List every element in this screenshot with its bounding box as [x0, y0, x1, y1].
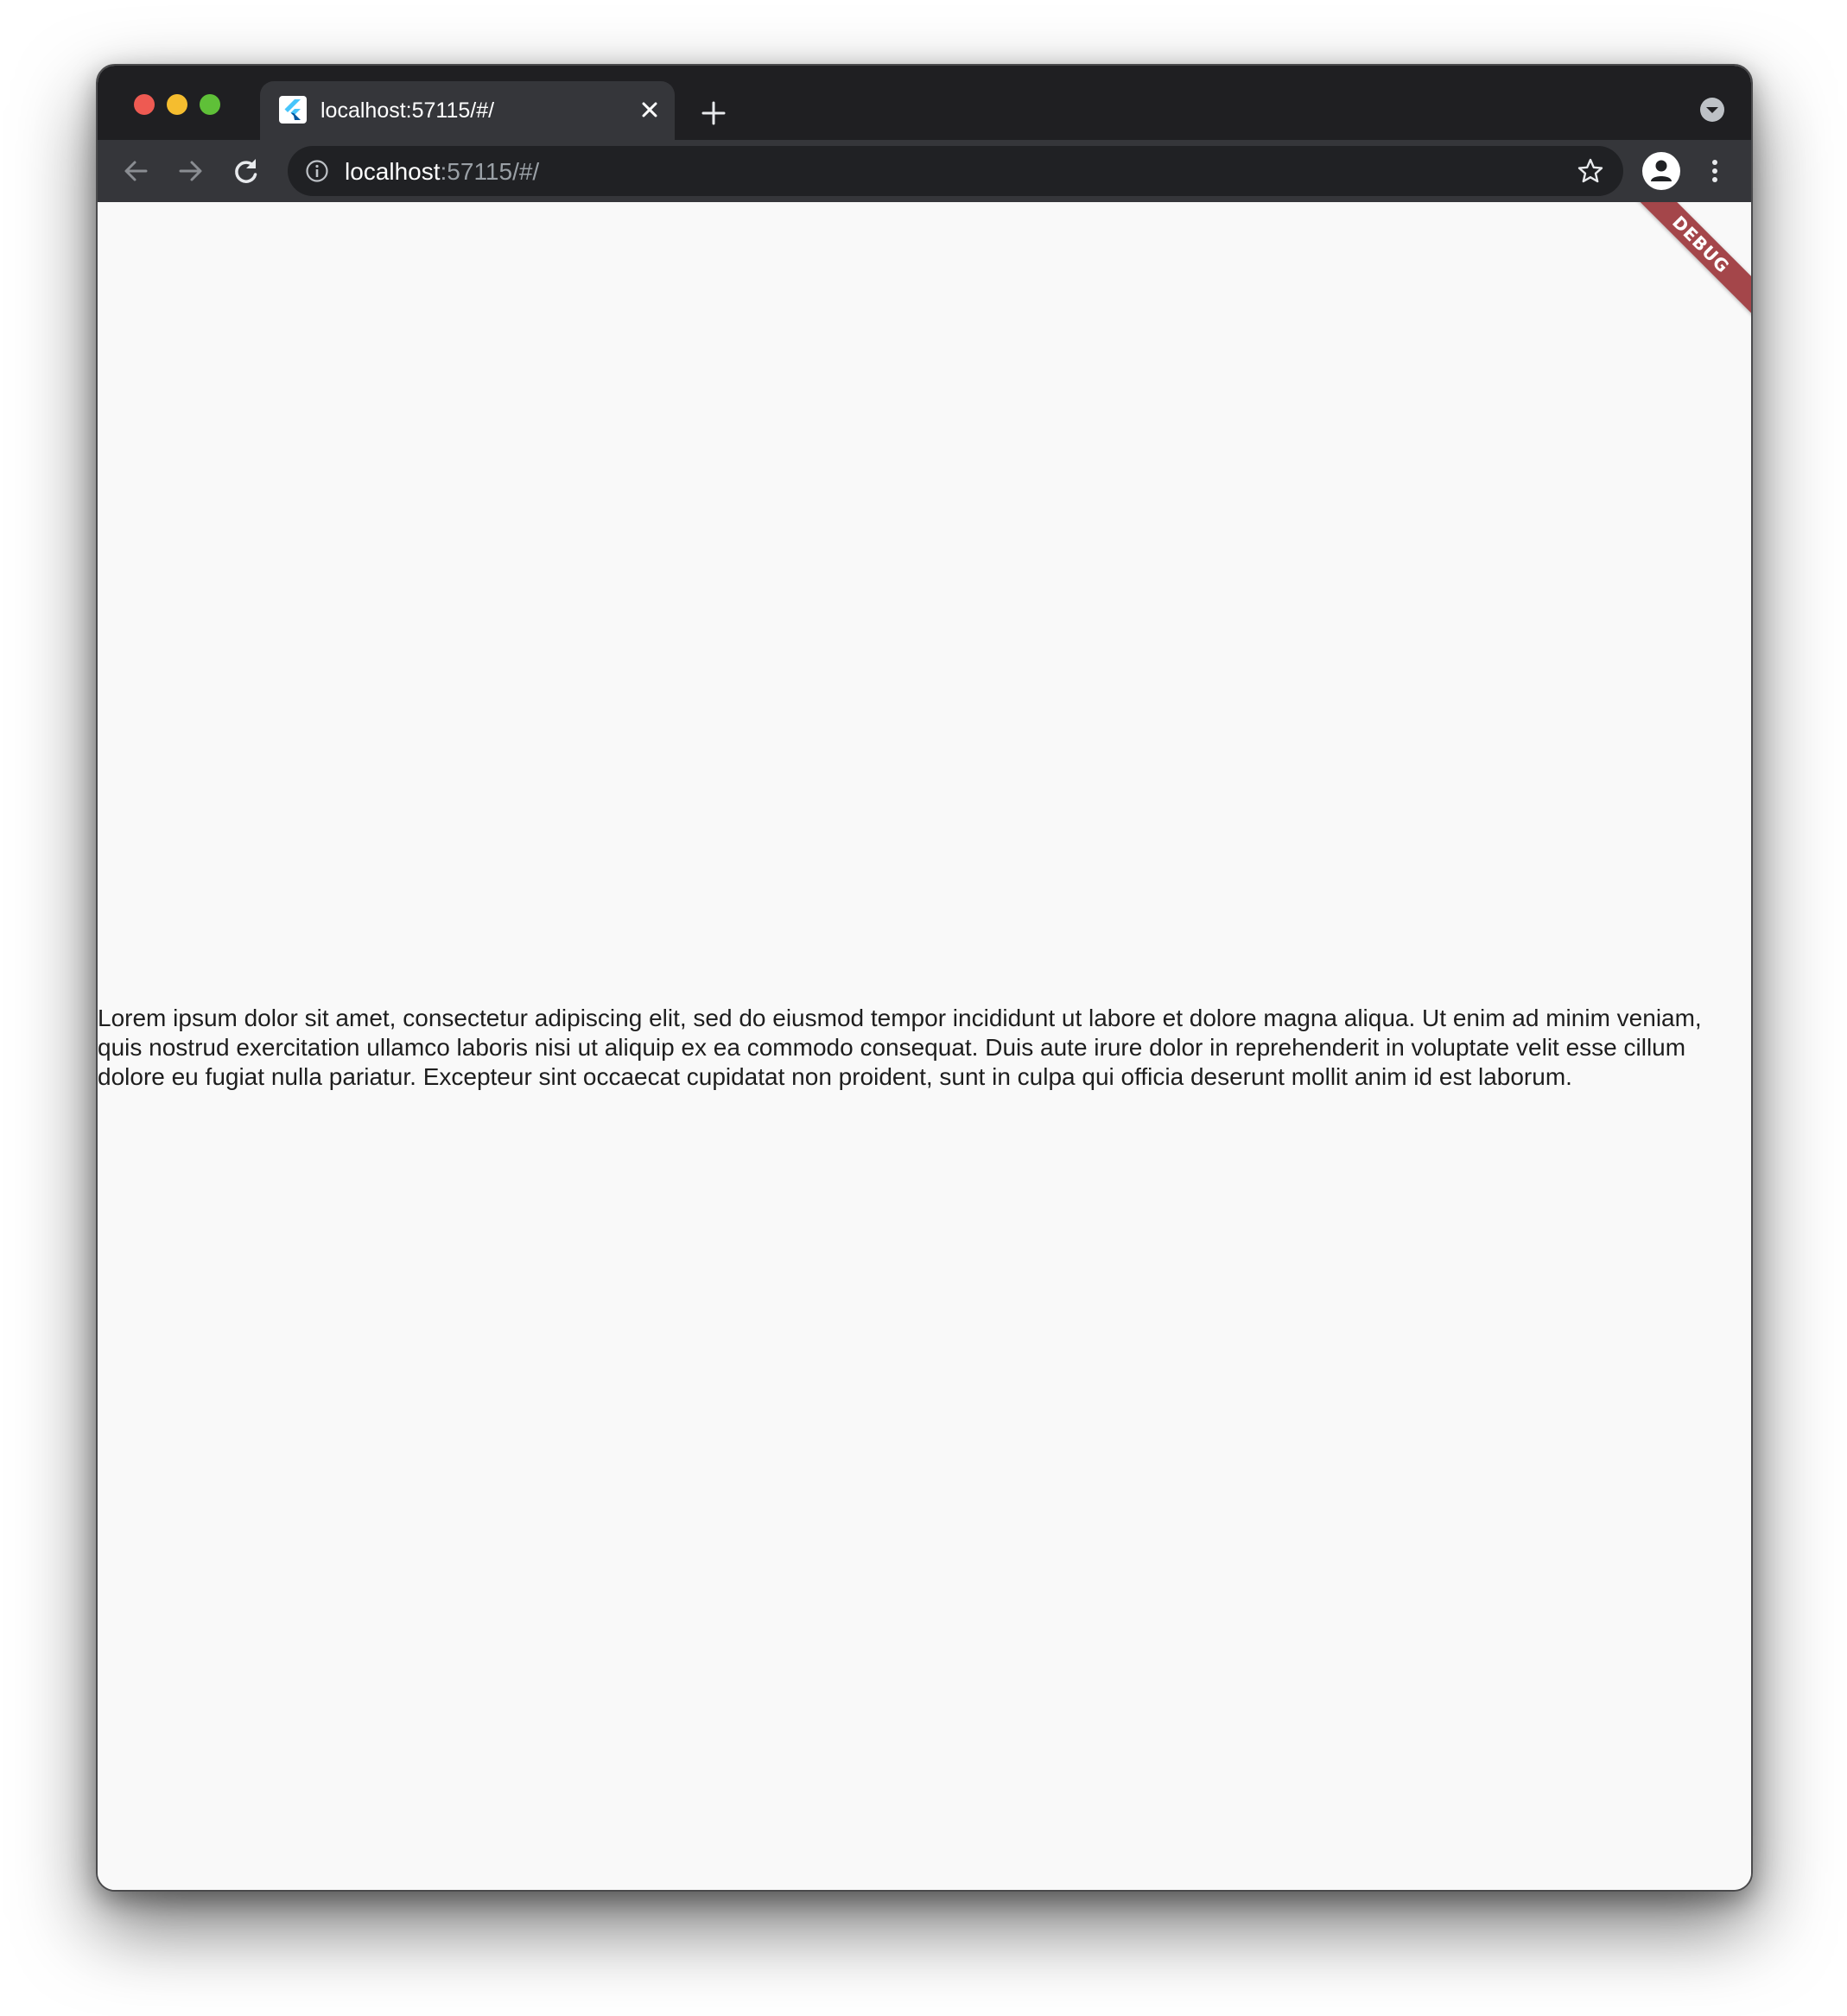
minimize-window-button[interactable]: [167, 94, 187, 115]
url-path: :57115/#/: [440, 158, 540, 185]
close-window-button[interactable]: [134, 94, 155, 115]
kebab-menu-icon[interactable]: [1699, 155, 1730, 187]
arrow-left-icon[interactable]: [120, 155, 151, 187]
reload-icon[interactable]: [231, 155, 262, 187]
url-host: localhost: [345, 158, 441, 185]
person-icon[interactable]: [1642, 152, 1680, 190]
address-bar[interactable]: localhost:57115/#/: [288, 146, 1623, 196]
debug-banner: DEBUG: [1618, 202, 1751, 327]
arrow-right-icon[interactable]: [175, 155, 206, 187]
info-icon[interactable]: [305, 159, 329, 183]
star-icon[interactable]: [1577, 157, 1604, 185]
page-content: Lorem ipsum dolor sit amet, consectetur …: [98, 202, 1751, 1890]
close-icon[interactable]: [638, 98, 661, 121]
browser-tab[interactable]: localhost:57115/#/: [260, 81, 675, 140]
tab-strip: localhost:57115/#/: [98, 66, 1751, 140]
flutter-logo-icon: [279, 96, 307, 124]
browser-toolbar: localhost:57115/#/: [98, 140, 1751, 202]
tab-title: localhost:57115/#/: [321, 98, 495, 123]
chevron-down-icon[interactable]: [1699, 97, 1725, 123]
browser-window: localhost:57115/#/ localhost:57115/#/ Lo…: [96, 64, 1753, 1892]
body-text: Lorem ipsum dolor sit amet, consectetur …: [98, 1005, 1702, 1090]
zoom-window-button[interactable]: [200, 94, 220, 115]
plus-icon[interactable]: [701, 100, 727, 126]
url-text: localhost:57115/#/: [345, 158, 539, 186]
